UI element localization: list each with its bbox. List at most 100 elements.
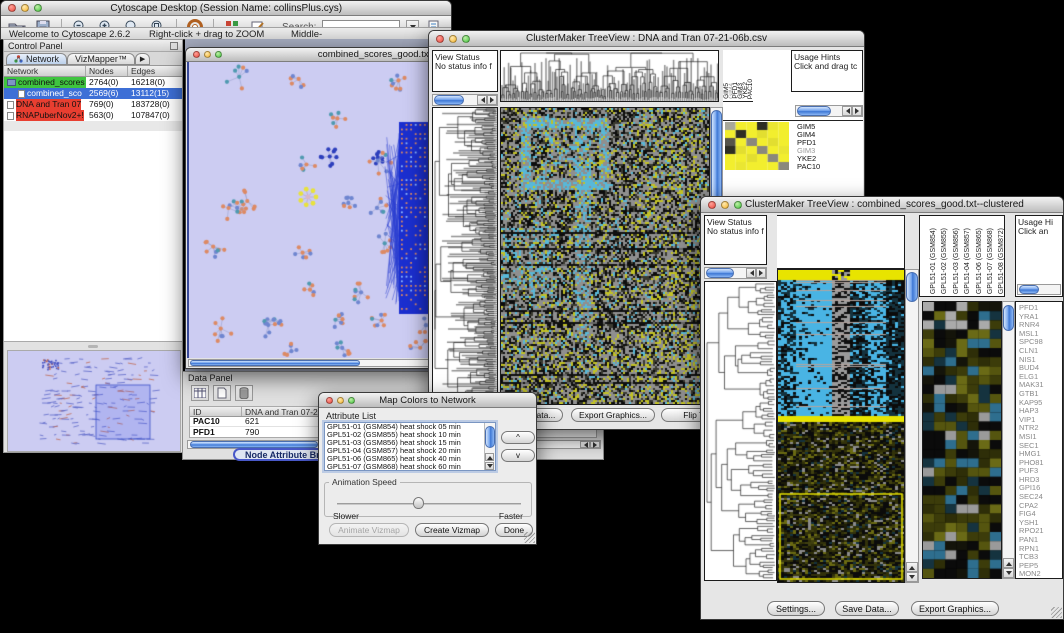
scroll-right-icon[interactable]	[590, 441, 600, 448]
network-name: combined_scores	[18, 77, 85, 88]
zoom-window-icon[interactable]	[348, 397, 355, 404]
col-network: Network	[4, 66, 86, 76]
node-count: 769(0)	[86, 99, 128, 110]
splitter-handle[interactable]	[88, 345, 98, 348]
create-vizmap-button[interactable]: Create Vizmap	[415, 523, 489, 537]
usage-hscrollbar[interactable]	[795, 105, 863, 117]
scroll-up-icon[interactable]	[1003, 558, 1014, 568]
export-graphics-button[interactable]: Export Graphics...	[911, 601, 999, 616]
close-icon[interactable]	[708, 201, 716, 209]
move-down-button[interactable]: v	[501, 449, 535, 462]
resize-grip[interactable]	[524, 532, 535, 543]
tab-network[interactable]: Network	[6, 53, 67, 65]
scroll-left-icon[interactable]	[842, 106, 852, 116]
scrollbar-thumb[interactable]	[906, 272, 918, 302]
minimize-icon[interactable]	[21, 4, 29, 12]
zoom-vscrollbar[interactable]	[1002, 301, 1015, 579]
new-attribute-icon[interactable]	[213, 385, 231, 401]
column-header-label: GPL51-03 (GSM856)	[951, 228, 962, 294]
close-icon[interactable]	[326, 397, 333, 404]
attribute-list-item[interactable]: GPL51-07 (GSM868) heat shock 60 min	[325, 463, 495, 471]
dialog-titlebar[interactable]: Map Colors to Network	[319, 393, 536, 408]
heatmap-canvas[interactable]	[501, 108, 709, 404]
scroll-down-icon[interactable]	[485, 462, 494, 470]
network-row-dna-tran[interactable]: DNA and Tran 07 769(0) 183728(0)	[4, 99, 182, 110]
treeview1-titlebar[interactable]: ClusterMaker TreeView : DNA and Tran 07-…	[429, 31, 864, 47]
network-row-combined-sco-selected[interactable]: combined_sco 2569(6) 13112(15)	[4, 88, 182, 99]
scrollbar-thumb[interactable]	[190, 360, 360, 366]
network-name: combined_sco	[27, 88, 82, 99]
close-icon[interactable]	[193, 51, 200, 58]
network-row-combined-scores[interactable]: combined_scores 2764(0) 16218(0)	[4, 77, 182, 88]
close-icon[interactable]	[8, 4, 16, 12]
zoom-heatmap-canvas[interactable]	[923, 302, 1001, 578]
attribute-list-vscrollbar[interactable]	[484, 423, 495, 470]
usage-hints-detail: Click an	[1016, 225, 1062, 237]
usage-hscrollbar[interactable]	[1017, 284, 1061, 295]
minimize-icon[interactable]	[204, 51, 211, 58]
zoom-window-icon[interactable]	[34, 4, 42, 12]
scroll-up-icon[interactable]	[485, 453, 494, 461]
export-graphics-button[interactable]: Export Graphics...	[571, 408, 655, 422]
scroll-down-icon[interactable]	[906, 572, 918, 582]
scrollbar-thumb[interactable]	[797, 106, 831, 116]
scroll-left-icon[interactable]	[746, 268, 756, 278]
main-titlebar[interactable]: Cytoscape Desktop (Session Name: collins…	[1, 1, 451, 16]
gene-label[interactable]: MON2	[1019, 570, 1062, 579]
network-row-rnapuber[interactable]: RNAPuberNov2+! 563(0) 107847(0)	[4, 110, 182, 121]
heatmap-vscrollbar[interactable]	[905, 269, 919, 583]
trash-icon[interactable]	[235, 385, 253, 401]
column-dendrogram-canvas[interactable]	[501, 51, 718, 101]
zoom-window-icon[interactable]	[734, 201, 742, 209]
usage-hints-panel: Usage Hints Click and drag tc	[791, 50, 863, 92]
minimize-icon[interactable]	[337, 397, 344, 404]
scrollbar-thumb[interactable]	[485, 426, 495, 448]
scrollbar-thumb[interactable]	[190, 441, 318, 448]
slider-track[interactable]	[337, 503, 521, 505]
row-dendrogram-canvas[interactable]	[433, 108, 497, 404]
move-up-button[interactable]: ^	[501, 431, 535, 444]
scroll-right-icon[interactable]	[487, 95, 497, 105]
row-dendrogram-canvas[interactable]	[705, 282, 776, 580]
view-status-hscrollbar[interactable]	[704, 267, 767, 279]
animate-vizmap-button[interactable]: Animate Vizmap	[329, 523, 409, 537]
status-hint-middle: Middle-	[291, 29, 322, 40]
close-icon[interactable]	[436, 35, 444, 43]
scrollbar-thumb[interactable]	[1019, 285, 1039, 294]
scroll-right-icon[interactable]	[852, 106, 862, 116]
gene-list[interactable]: PFD1YRA1RNR4MSL1SPC98CLN1NIS1BUD4ELG1MAK…	[1015, 301, 1063, 579]
slider-thumb[interactable]	[413, 497, 424, 509]
scroll-up-icon[interactable]	[906, 562, 918, 572]
save-data-button[interactable]: Save Data...	[835, 601, 899, 616]
view-status-panel: View Status No status info f	[704, 215, 767, 265]
tab-vizmapper[interactable]: VizMapper™	[67, 53, 135, 65]
scroll-down-icon[interactable]	[1003, 568, 1014, 578]
zoom-window-icon[interactable]	[215, 51, 222, 58]
zoom-window-icon[interactable]	[462, 35, 470, 43]
heatmap-canvas[interactable]	[778, 270, 904, 582]
resize-grip[interactable]	[1051, 607, 1062, 618]
scroll-right-icon[interactable]	[756, 268, 766, 278]
attribute-table-icon[interactable]	[191, 385, 209, 401]
treeview2-titlebar[interactable]: ClusterMaker TreeView : combined_scores_…	[701, 197, 1063, 213]
minimize-icon[interactable]	[721, 201, 729, 209]
view-status-hscrollbar[interactable]	[432, 94, 498, 106]
tab-overflow-button[interactable]: ▶	[135, 53, 150, 65]
settings-button[interactable]: Settings...	[767, 601, 825, 616]
scrollbar-thumb[interactable]	[706, 268, 734, 278]
birdseye-overview-canvas[interactable]	[7, 350, 181, 452]
correlation-matrix-canvas[interactable]	[725, 122, 789, 170]
float-panel-icon[interactable]	[170, 42, 178, 50]
column-header-label: GPL51-02 (GSM855)	[939, 228, 950, 294]
scrollbar-thumb[interactable]	[1003, 305, 1014, 331]
attribute-list[interactable]: GPL51-01 (GSM854) heat shock 05 minGPL51…	[324, 422, 496, 471]
scrollbar-thumb[interactable]	[434, 95, 464, 105]
network-table-header: Network Nodes Edges	[4, 66, 182, 77]
scroll-left-icon[interactable]	[477, 95, 487, 105]
scroll-left-icon[interactable]	[580, 441, 590, 448]
control-panel: Control Panel Network VizMapper™ ▶ Netwo…	[3, 39, 183, 453]
minimize-icon[interactable]	[449, 35, 457, 43]
cytoscape-main-window: Cytoscape Desktop (Session Name: collins…	[0, 0, 452, 40]
map-colors-dialog: Map Colors to Network Attribute List GPL…	[318, 392, 537, 545]
treeview1-title: ClusterMaker TreeView : DNA and Tran 07-…	[429, 33, 864, 44]
